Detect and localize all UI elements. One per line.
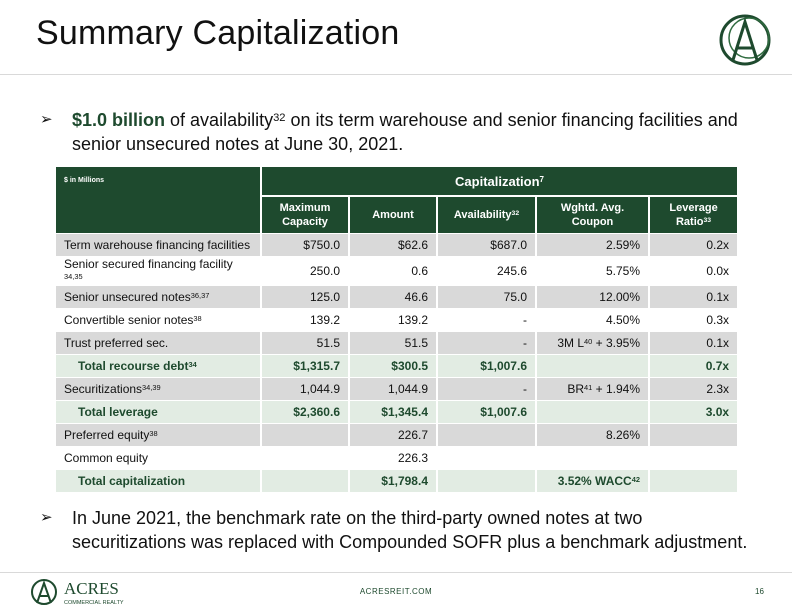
table-row: Trust preferred sec. 51.5 51.5-3M L40 + 3.… [56,331,738,355]
table-cell: $300.5 [348,354,437,378]
table-cell [647,446,738,470]
table-cell [647,469,738,493]
capitalization-table: $ in Millions Capitalization7 Maximum Ca… [56,167,738,493]
table-cell: 46.6 [348,285,437,309]
capitalization-header: Capitalization7 [259,167,738,197]
table-cell: 0.2x [647,233,738,257]
table-cell: 1,044.9 [260,377,349,401]
table-cell: 0.6 [348,256,437,286]
table-cell: 3.52% WACC42 [535,469,649,493]
table-cell: $62.6 [348,233,437,257]
table-cell: $750.0 [260,233,349,257]
column-header: Amount [348,195,437,234]
table-row: Term warehouse financing facilities $750.… [56,233,738,257]
table-row: Preferred equity38 226.7 8.26% [56,423,738,447]
row-label: Total capitalization [56,469,261,493]
table-cell: $687.0 [436,233,536,257]
table-cell: $1,315.7 [260,354,349,378]
table-cell: 75.0 [436,285,536,309]
table-row: Senior unsecured notes36,37 125.0 46.6 75.0… [56,285,738,309]
arrow-bullet-icon: ➢ [40,111,53,128]
table-cell [535,446,649,470]
table-cell: $1,798.4 [348,469,437,493]
acres-logo-icon [719,14,771,66]
table-cell [535,400,649,424]
table-cell [647,423,738,447]
table-cell [535,354,649,378]
table-cell [260,446,349,470]
table-cell: 245.6 [436,256,536,286]
arrow-bullet-icon: ➢ [40,509,53,526]
title-divider [0,74,792,75]
table-cell: 0.7x [647,354,738,378]
table-cell: - [436,377,536,401]
footer-url: ACRESREIT.COM [359,587,433,596]
table-cell: 51.5 [348,331,437,355]
table-row: Total capitalization $1,798.4 3.52% WACC42 [56,469,738,493]
footer-divider [0,572,792,573]
table-row: Convertible senior notes38 139.2 139.2-4.5… [56,308,738,332]
table-cell: 139.2 [348,308,437,332]
table-cell: $1,345.4 [348,400,437,424]
row-label: Total leverage [56,400,261,424]
table-cell: 0.3x [647,308,738,332]
table-row: Total recourse debt34 $1,315.7 $300.5 $1,00… [56,354,738,378]
page-number: 16 [755,587,764,596]
table-cell: - [436,308,536,332]
table-cell: 226.3 [348,446,437,470]
table-row: Senior secured financing facility 34,35 2… [56,256,738,286]
table-cell: 4.50% [535,308,649,332]
table-cell [436,469,536,493]
table-cell: - [436,331,536,355]
table-cell [260,469,349,493]
table-cell: 125.0 [260,285,349,309]
footer-logo-subtext: COMMERCIAL REALTY [64,600,124,606]
column-header: Leverage Ratio33 [647,195,738,234]
row-label: Preferred equity38 [56,423,261,447]
row-label: Trust preferred sec. [56,331,261,355]
row-label: Senior unsecured notes36,37 [56,285,261,309]
table-cell [260,423,349,447]
units-label: $ in Millions [56,167,261,234]
table-cell: 8.26% [535,423,649,447]
table-cell: 51.5 [260,331,349,355]
table-row: Common equity 226.3 [56,446,738,470]
table-cell: $1,007.6 [436,400,536,424]
table-cell: BR41 + 1.94% [535,377,649,401]
column-header: Maximum Capacity [260,195,349,234]
table-cell [436,446,536,470]
table-cell: 226.7 [348,423,437,447]
table-cell: 12.00% [535,285,649,309]
row-label: Total recourse debt34 [56,354,261,378]
table-cell: $1,007.6 [436,354,536,378]
table-cell: 3M L40 + 3.95% [535,331,649,355]
table-cell: 250.0 [260,256,349,286]
row-label: Convertible senior notes38 [56,308,261,332]
row-label: Common equity [56,446,261,470]
column-header: Availability32 [436,195,536,234]
column-header: Wghtd. Avg. Coupon [535,195,649,234]
table-cell: 2.59% [535,233,649,257]
table-cell: 2.3x [647,377,738,401]
table-cell: $2,360.6 [260,400,349,424]
row-label: Securitizations34,39 [56,377,261,401]
table-cell: 0.1x [647,285,738,309]
table-row: Securitizations34,39 1,044.9 1,044.9- BR41 … [56,377,738,401]
table-cell: 0.1x [647,331,738,355]
table-cell: 139.2 [260,308,349,332]
availability-amount: $1.0 billion [72,110,166,130]
table-cell [436,423,536,447]
table-row: Total leverage $2,360.6 $1,345.4 $1,007.6 3.… [56,400,738,424]
table-cell: 1,044.9 [348,377,437,401]
row-label: Senior secured financing facility 34,35 [56,256,261,286]
table-cell: 0.0x [647,256,738,286]
table-cell: 3.0x [647,400,738,424]
row-label: Term warehouse financing facilities [56,233,261,257]
table-cell: 5.75% [535,256,649,286]
page-title: Summary Capitalization [36,14,400,52]
